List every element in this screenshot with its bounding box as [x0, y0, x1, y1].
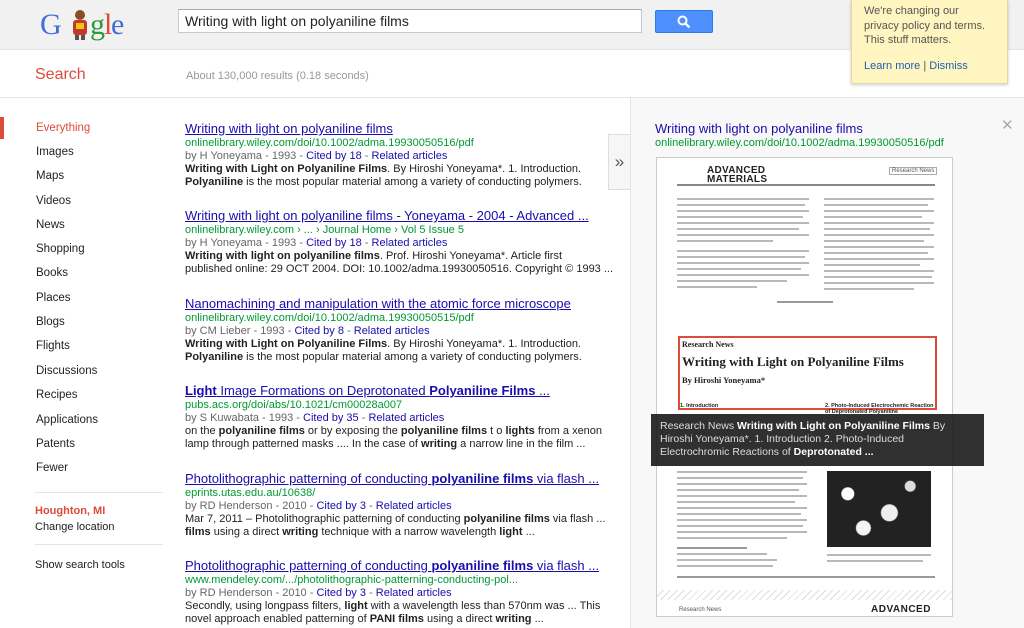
nav-blogs[interactable]: Blogs — [36, 316, 65, 328]
nav-videos[interactable]: Videos — [36, 195, 71, 207]
result-meta: by H Yoneyama - 1993 - Cited by 18 - Rel… — [185, 237, 448, 249]
nav-images[interactable]: Images — [36, 146, 74, 158]
nav-discussions[interactable]: Discussions — [36, 365, 97, 377]
nav-news[interactable]: News — [36, 219, 65, 231]
search-result: Writing with light on polyaniline films … — [185, 121, 605, 189]
cited-by-link[interactable]: Cited by 3 — [316, 500, 366, 512]
show-search-tools-link[interactable]: Show search tools — [35, 559, 125, 571]
search-result: Photolithographic patterning of conducti… — [185, 471, 606, 539]
related-articles-link[interactable]: Related articles — [376, 587, 452, 599]
nav-shopping[interactable]: Shopping — [36, 243, 85, 255]
result-url: eprints.utas.edu.au/10638/ — [185, 487, 316, 499]
result-title-link[interactable]: Writing with light on polyaniline films — [185, 121, 605, 137]
cited-by-link[interactable]: Cited by 3 — [316, 587, 366, 599]
close-icon[interactable]: ✕ — [1001, 116, 1014, 134]
nav-applications[interactable]: Applications — [36, 414, 98, 426]
nav-books[interactable]: Books — [36, 267, 68, 279]
preview-tooltip: Research News Writing with Light on Poly… — [651, 414, 984, 466]
cited-by-link[interactable]: Cited by 18 — [306, 237, 362, 249]
nav-patents[interactable]: Patents — [36, 438, 75, 450]
doodle-icon — [69, 8, 91, 40]
preview-document: ADVANCED MATERIALS Research News Researc… — [656, 157, 953, 617]
article-kicker: Research News — [682, 340, 734, 349]
result-snippet-line: Writing with light on polyaniline films.… — [185, 250, 563, 262]
search-label: Search — [35, 66, 86, 83]
result-meta: by RD Henderson - 2010 - Cited by 3 - Re… — [185, 500, 452, 512]
result-snippet-line: Writing with Light on Polyaniline Films.… — [185, 163, 581, 175]
preview-url: onlinelibrary.wiley.com/doi/10.1002/adma… — [655, 137, 944, 149]
privacy-notice-text: We're changing our privacy policy and te… — [864, 5, 986, 46]
result-meta: by S Kuwabata - 1993 - Cited by 35 - Rel… — [185, 412, 445, 424]
result-url: onlinelibrary.wiley.com/doi/10.1002/adma… — [185, 312, 474, 324]
section-tag: Research News — [889, 167, 938, 175]
learn-more-link[interactable]: Learn more — [864, 60, 920, 72]
search-result: Photolithographic patterning of conducti… — [185, 558, 605, 626]
result-snippet-line: published online: 29 OCT 2004. DOI: 10.1… — [185, 263, 614, 275]
cited-by-link[interactable]: Cited by 35 — [303, 412, 359, 424]
search-input[interactable] — [178, 9, 642, 33]
change-location-link[interactable]: Change location — [35, 521, 115, 533]
search-result: Light Image Formations on Deprotonated P… — [185, 383, 605, 451]
result-title-link[interactable]: Photolithographic patterning of conducti… — [185, 558, 605, 574]
result-title-link[interactable]: Writing with light on polyaniline films … — [185, 208, 605, 224]
notice-separator: | — [923, 59, 927, 72]
related-articles-link[interactable]: Related articles — [372, 150, 448, 162]
search-result: Nanomachining and manipulation with the … — [185, 296, 605, 364]
result-snippet-line: novel approach enabled patterning of PAN… — [185, 613, 544, 625]
result-meta: by CM Lieber - 1993 - Cited by 8 - Relat… — [185, 325, 430, 337]
cited-by-link[interactable]: Cited by 8 — [294, 325, 344, 337]
nav-places[interactable]: Places — [36, 292, 71, 304]
active-nav-indicator — [0, 117, 4, 139]
result-url: pubs.acs.org/doi/abs/10.1021/cm00028a007 — [185, 399, 403, 411]
intro-heading: 1. Introduction — [680, 403, 719, 409]
search-icon — [677, 15, 691, 28]
micrograph-image — [827, 471, 931, 547]
result-snippet-line: films using a direct writing technique w… — [185, 526, 535, 538]
dismiss-link[interactable]: Dismiss — [929, 60, 968, 72]
footer-left: Research News — [679, 607, 722, 613]
chevron-right-icon[interactable]: » — [608, 134, 630, 190]
related-articles-link[interactable]: Related articles — [372, 237, 448, 249]
result-snippet-line: lamp through patterned masks .... In the… — [185, 438, 586, 450]
result-stats: About 130,000 results (0.18 seconds) — [186, 70, 369, 82]
related-articles-link[interactable]: Related articles — [368, 412, 444, 424]
nav-recipes[interactable]: Recipes — [36, 389, 78, 401]
nav-flights[interactable]: Flights — [36, 340, 70, 352]
article-author: By Hiroshi Yoneyama* — [682, 375, 766, 385]
highlighted-region: Research News Writing with Light on Poly… — [678, 336, 937, 410]
related-articles-link[interactable]: Related articles — [354, 325, 430, 337]
result-snippet-line: Mar 7, 2011 – Photolithographic patterni… — [185, 513, 606, 525]
nav-divider — [35, 544, 163, 545]
article-title: Writing with Light on Polyaniline Films — [682, 354, 904, 369]
result-meta: by H Yoneyama - 1993 - Cited by 18 - Rel… — [185, 150, 448, 162]
result-snippet-line: Polyaniline is the most popular material… — [185, 176, 582, 188]
journal-logo: ADVANCED MATERIALS — [707, 165, 768, 185]
result-title-link[interactable]: Photolithographic patterning of conducti… — [185, 471, 605, 487]
search-result: Writing with light on polyaniline films … — [185, 208, 614, 276]
related-articles-link[interactable]: Related articles — [376, 500, 452, 512]
nav-everything[interactable]: Everything — [36, 122, 90, 134]
result-title-link[interactable]: Nanomachining and manipulation with the … — [185, 296, 605, 312]
result-snippet-line: Polyaniline is the most popular material… — [185, 351, 582, 363]
search-button[interactable] — [655, 10, 713, 33]
result-snippet-line: Secondly, using longpass filters, light … — [185, 600, 601, 612]
location-label: Houghton, MI — [35, 505, 106, 517]
result-meta: by RD Henderson - 2010 - Cited by 3 - Re… — [185, 587, 452, 599]
cited-by-link[interactable]: Cited by 18 — [306, 150, 362, 162]
nav-maps[interactable]: Maps — [36, 170, 64, 182]
nav-fewer[interactable]: Fewer — [36, 462, 68, 474]
nav-divider — [35, 492, 163, 493]
footer-right: ADVANCED — [871, 604, 931, 615]
privacy-notice: We're changing our privacy policy and te… — [851, 0, 1008, 84]
result-snippet-line: on the polyaniline films or by exposing … — [185, 425, 603, 437]
google-logo[interactable]: G g l e — [40, 6, 128, 42]
result-url: onlinelibrary.wiley.com › ... › Journal … — [185, 224, 464, 236]
result-title-link[interactable]: Light Image Formations on Deprotonated P… — [185, 383, 605, 399]
result-url: onlinelibrary.wiley.com/doi/10.1002/adma… — [185, 137, 474, 149]
preview-title-link[interactable]: Writing with light on polyaniline films — [655, 121, 863, 136]
page-break — [657, 590, 952, 600]
result-url: www.mendeley.com/.../photolithographic-p… — [185, 574, 519, 586]
result-snippet-line: Writing with Light on Polyaniline Films.… — [185, 338, 581, 350]
